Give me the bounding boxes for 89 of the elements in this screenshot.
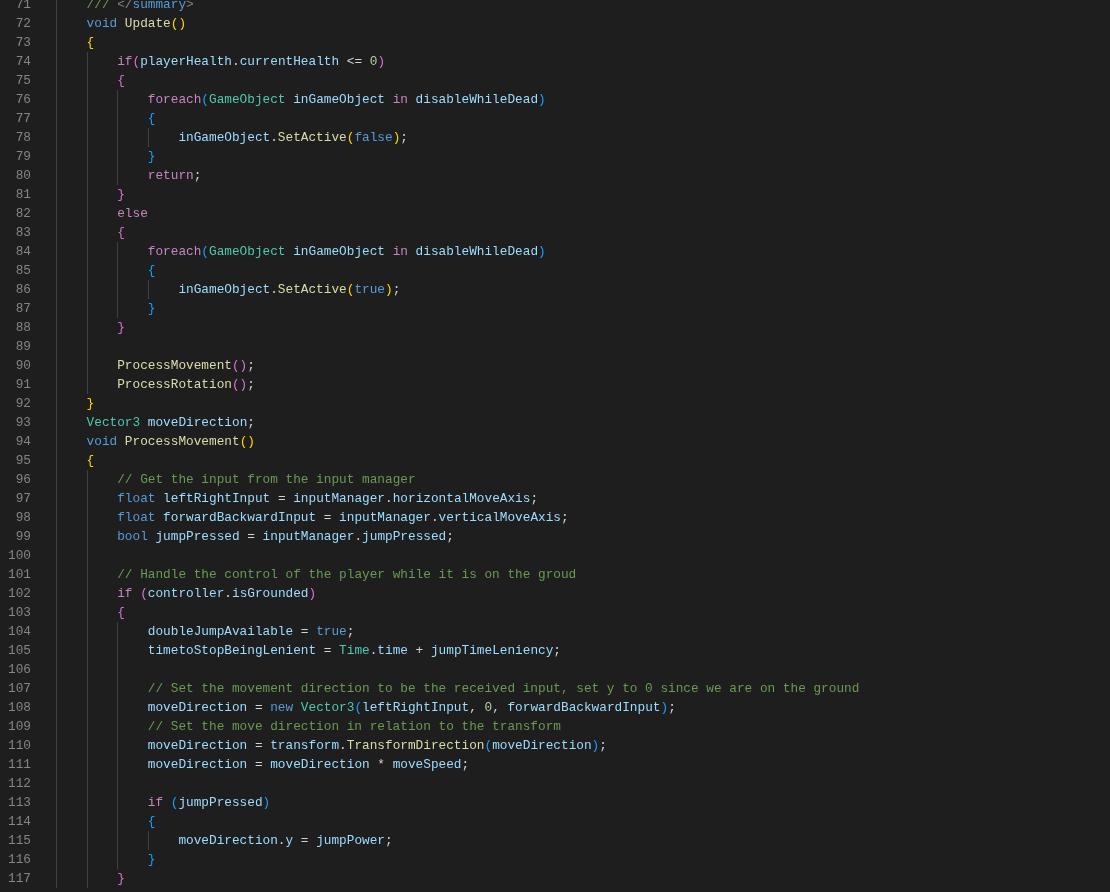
code-line: if (controller.isGrounded) xyxy=(117,585,317,603)
code-line: { xyxy=(86,452,95,470)
code-line: if (jumpPressed) xyxy=(147,794,271,812)
line-number: 79 xyxy=(14,148,31,166)
code-line: moveDirection = new Vector3(leftRightInput, 0, forwardBackwardInput); xyxy=(147,699,676,717)
line-number: 84 xyxy=(14,243,31,261)
code-line: moveDirection = moveDirection * moveSpeed; xyxy=(147,756,470,774)
line-number: 113 xyxy=(7,794,31,812)
code-line: } xyxy=(86,395,95,413)
line-number: 78 xyxy=(14,129,31,147)
code-line: ProcessRotation(); xyxy=(117,376,255,394)
line-number: 71 xyxy=(14,0,31,14)
line-number: 111 xyxy=(7,756,31,774)
code-line: foreach(GameObject inGameObject in disableWhileDead) xyxy=(147,91,546,109)
line-number: 106 xyxy=(7,661,31,679)
line-number: 90 xyxy=(14,357,31,375)
line-number: 102 xyxy=(7,585,31,603)
line-number: 72 xyxy=(14,15,31,33)
line-number: 83 xyxy=(14,224,31,242)
line-number: 76 xyxy=(14,91,31,109)
code-line: { xyxy=(147,813,156,831)
line-number: 89 xyxy=(14,338,31,356)
line-number: 73 xyxy=(14,34,31,52)
code-line: return; xyxy=(147,167,202,185)
code-line: } xyxy=(117,319,125,337)
code-comment: // Set the move direction in relation to the transform xyxy=(147,718,561,736)
code-line: foreach(GameObject inGameObject in disableWhileDead) xyxy=(147,243,546,261)
line-number: 92 xyxy=(14,395,31,413)
line-number: 112 xyxy=(7,775,31,793)
line-number: 114 xyxy=(7,813,31,831)
line-number: 110 xyxy=(7,737,31,755)
line-number: 96 xyxy=(14,471,31,489)
line-number: 88 xyxy=(14,319,31,337)
line-number: 97 xyxy=(14,490,31,508)
code-comment: // Set the movement direction to be the received input, set y to 0 since we are on the ground xyxy=(147,680,860,698)
code-line: { xyxy=(117,72,125,90)
line-number: 75 xyxy=(14,72,31,90)
line-number: 86 xyxy=(14,281,31,299)
line-number: 82 xyxy=(14,205,31,223)
line-number: 104 xyxy=(7,623,31,641)
line-number: 103 xyxy=(7,604,31,622)
line-number: 87 xyxy=(14,300,31,318)
code-line: moveDirection = transform.TransformDirection(moveDirection); xyxy=(147,737,607,755)
line-number: 115 xyxy=(7,832,31,850)
code-line: } xyxy=(147,851,156,869)
code-line: bool jumpPressed = inputManager.jumpPressed; xyxy=(117,528,454,546)
line-number: 109 xyxy=(7,718,31,736)
code-comment: // Handle the control of the player while it is on the groud xyxy=(117,566,577,584)
code-line: moveDirection.y = jumpPower; xyxy=(178,832,393,850)
line-number: 116 xyxy=(7,851,31,869)
line-number: 74 xyxy=(14,53,31,71)
line-number: 94 xyxy=(14,433,31,451)
code-line: Vector3 moveDirection; xyxy=(86,414,255,432)
line-number: 95 xyxy=(14,452,31,470)
line-number: 99 xyxy=(14,528,31,546)
code-line: ProcessMovement(); xyxy=(117,357,255,375)
line-number: 77 xyxy=(14,110,31,128)
line-number: 93 xyxy=(14,414,31,432)
code-line: { xyxy=(86,34,95,52)
line-number: 91 xyxy=(14,376,31,394)
code-line: if(playerHealth.currentHealth <= 0) xyxy=(117,53,386,71)
code-line: } xyxy=(117,186,125,204)
line-number: 105 xyxy=(7,642,31,660)
code-line: timetoStopBeingLenient = Time.time + jumpTimeLeniency; xyxy=(147,642,561,660)
code-line: } xyxy=(147,300,156,318)
code-line: doubleJumpAvailable = true; xyxy=(147,623,355,641)
line-number: 85 xyxy=(14,262,31,280)
line-number: 81 xyxy=(14,186,31,204)
code-line: } xyxy=(147,148,156,166)
code-line: float forwardBackwardInput = inputManager.verticalMoveAxis; xyxy=(117,509,569,527)
line-number: 117 xyxy=(7,870,31,888)
code-line: { xyxy=(147,262,156,280)
code-line: inGameObject.SetActive(true); xyxy=(178,281,401,299)
code-line: void ProcessMovement() xyxy=(86,433,255,451)
line-number: 98 xyxy=(14,509,31,527)
line-number: 108 xyxy=(7,699,31,717)
code-line: inGameObject.SetActive(false); xyxy=(178,129,408,147)
code-comment: // Get the input from the input manager xyxy=(117,471,416,489)
line-number: 107 xyxy=(7,680,31,698)
line-number: 101 xyxy=(7,566,31,584)
line-number: 80 xyxy=(14,167,31,185)
code-line: float leftRightInput = inputManager.horizontalMoveAxis; xyxy=(117,490,539,508)
line-number: 100 xyxy=(7,547,31,565)
code-line: } xyxy=(117,870,125,888)
code-line: { xyxy=(147,110,156,128)
code-line: else xyxy=(117,205,148,223)
code-line: void Update() xyxy=(86,15,187,33)
code-line: { xyxy=(117,224,125,242)
code-line: { xyxy=(117,604,125,622)
